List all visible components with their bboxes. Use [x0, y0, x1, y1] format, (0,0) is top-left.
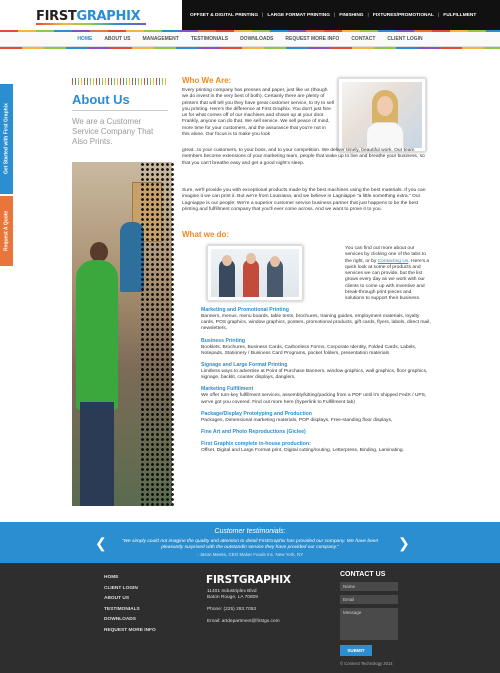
name-field[interactable]: Name: [340, 582, 398, 591]
face-shape: [377, 96, 393, 116]
logo-text-graphix: GRAPHIX: [76, 9, 141, 24]
team-image: [211, 249, 299, 297]
what-intro: You can find out more about our services…: [345, 246, 430, 303]
service-item: Package/Display Prototyping and Producti…: [201, 411, 431, 424]
submit-button[interactable]: SUBMIT: [340, 645, 372, 656]
nav-request-more-info[interactable]: REQUEST MORE INFO: [285, 36, 339, 42]
footer-address: 11401 Industriplex Blvd Baton Rouge, LA …: [207, 589, 258, 601]
color-stripe: [0, 47, 500, 49]
page-subtitle: We are a Customer Service Company That A…: [72, 117, 154, 146]
separator: |: [333, 12, 336, 18]
service-title: Business Printing: [201, 337, 246, 344]
footer-logo: FIRSTGRAPHIX: [206, 574, 291, 586]
service-desc: Packages, Dimensional marketing material…: [201, 417, 393, 423]
decorative-color-bars: [72, 78, 168, 85]
separator: |: [437, 12, 440, 18]
chevron-right-icon[interactable]: ❯: [398, 535, 410, 552]
worker-head: [90, 242, 108, 262]
service-item: Marketing Fulfillment We offer turn-key f…: [201, 386, 431, 405]
person-shape: [243, 259, 259, 297]
contact-us-link[interactable]: Contacting Us: [378, 259, 409, 264]
service-desc: Banners, menus, menu boards, table tents…: [201, 314, 431, 332]
divider: [72, 110, 168, 111]
services-list: Marketing and Promotional Printing Banner…: [201, 307, 431, 459]
separator: |: [367, 12, 369, 18]
who-paragraph-2: great...to your customers, to your boss,…: [182, 148, 425, 166]
footer-nav: HOME CLIENT LOGIN ABOUT US TESTIMONIALS …: [104, 573, 156, 636]
nav-downloads[interactable]: DOWNLOADS: [240, 36, 273, 42]
email-field[interactable]: Email: [340, 595, 398, 604]
service-link-fulfillment[interactable]: FULFILLMENT: [443, 13, 476, 18]
receptionist-image: [342, 82, 422, 148]
service-title: Marketing and Promotional Printing: [201, 307, 289, 313]
service-item: First Graphix complete in-house producti…: [201, 441, 431, 454]
service-link-large-format[interactable]: LARGE FORMAT PRINTING: [267, 13, 330, 18]
page-title: About Us: [72, 92, 130, 107]
nav-home[interactable]: HOME: [77, 36, 92, 42]
service-link-offset[interactable]: OFFSET & DIGITAL PRINTING: [190, 13, 258, 18]
footer-link-downloads[interactable]: DOWNLOADS: [104, 615, 156, 626]
nav-contact[interactable]: CONTACT: [351, 36, 375, 42]
contact-title: CONTACT US: [340, 571, 386, 578]
team-photo: [207, 245, 303, 301]
footer-link-client-login[interactable]: CLIENT LOGIN: [104, 584, 156, 595]
nav-testimonials[interactable]: TESTIMONIALS: [191, 36, 228, 42]
get-started-tab[interactable]: Get Started with First Graphix: [0, 84, 13, 194]
site-logo[interactable]: FIRSTGRAPHIX: [36, 9, 141, 24]
who-paragraph-1: Every printing company has presses and p…: [182, 88, 334, 138]
service-desc: Booklets, Brochures, Business Cards, Car…: [201, 344, 417, 356]
who-we-are-heading: Who We Are:: [182, 76, 232, 85]
address-line-2: Baton Rouge, LA 70809: [207, 595, 258, 600]
chevron-left-icon[interactable]: ❮: [95, 535, 107, 552]
person-head: [222, 255, 232, 266]
nav-about-us[interactable]: ABOUT US: [104, 36, 130, 42]
request-quote-tab[interactable]: Request A Quote: [0, 196, 13, 266]
person-head: [270, 256, 280, 267]
footer-link-home[interactable]: HOME: [104, 573, 156, 584]
halftone-dots: [140, 162, 174, 506]
testimonial-quote: "We simply could not imagine the quality…: [121, 539, 379, 550]
logo-text-first: FIRST: [36, 9, 77, 24]
service-link-finishing[interactable]: FINISHING: [339, 13, 363, 18]
receptionist-photo: [338, 78, 426, 152]
services-bar: OFFSET & DIGITAL PRINTING | LARGE FORMAT…: [182, 0, 500, 30]
service-link-fixtures[interactable]: FIXTURES/PROMOTIONAL: [373, 13, 434, 18]
what-intro-text: . Here's a quick look at some of product…: [345, 258, 430, 302]
nav-client-login[interactable]: CLIENT LOGIN: [387, 36, 422, 42]
service-title: Signage and Large Format Printing: [201, 362, 288, 369]
service-title: Package/Display Prototyping and Producti…: [201, 410, 312, 417]
shirt-shape: [366, 122, 404, 148]
footer-link-about-us[interactable]: ABOUT US: [104, 594, 156, 605]
worker-figure: [76, 260, 118, 410]
person-head: [246, 253, 256, 264]
service-item: Business Printing Booklets, Brochures, Bu…: [201, 338, 431, 357]
message-field[interactable]: Message: [340, 608, 398, 640]
separator: |: [262, 12, 264, 18]
what-we-do-heading: What we do:: [182, 230, 230, 239]
testimonial-author: - Jason Meeks, CEO Maker Foods Inc. New …: [196, 552, 304, 557]
footer-link-testimonials[interactable]: TESTIMONIALS: [104, 605, 156, 616]
service-desc: We offer turn-key fulfillment services, …: [201, 393, 427, 405]
service-title: First Graphix complete in-house producti…: [201, 441, 311, 448]
main-nav: HOME ABOUT US MANAGEMENT TESTIMONIALS DO…: [0, 32, 500, 47]
testimonials-title: Customer testimonials:: [214, 528, 286, 535]
service-item: Fine Art and Photo Reproductions (Giclee…: [201, 429, 431, 436]
service-desc: Offset, Digital and Large Format print, …: [201, 448, 404, 454]
footer: HOME CLIENT LOGIN ABOUT US TESTIMONIALS …: [0, 563, 500, 673]
service-desc: Limitless ways to advertise at Point of …: [201, 369, 428, 381]
who-paragraph-3: Sure, we'll provide you with exceptional…: [182, 188, 426, 212]
copyright: © Connect Technology 2014: [340, 661, 393, 666]
worker-legs: [80, 402, 114, 506]
footer-phone: Phone: (225) 293.7053: [207, 607, 257, 612]
logo-color-rule: [36, 23, 146, 25]
service-item: Signage and Large Format Printing Limitle…: [201, 362, 431, 381]
testimonials-band: Customer testimonials: "We simply could …: [0, 522, 500, 563]
footer-email: Email: artdepartment@firstgx.com: [207, 619, 280, 624]
footer-link-request-more-info[interactable]: REQUEST MORE INFO: [104, 626, 156, 637]
nav-management[interactable]: MANAGEMENT: [142, 36, 178, 42]
service-item: Marketing and Promotional Printing Banner…: [201, 307, 431, 333]
service-title: Fine Art and Photo Reproductions (Giclee…: [201, 429, 306, 436]
